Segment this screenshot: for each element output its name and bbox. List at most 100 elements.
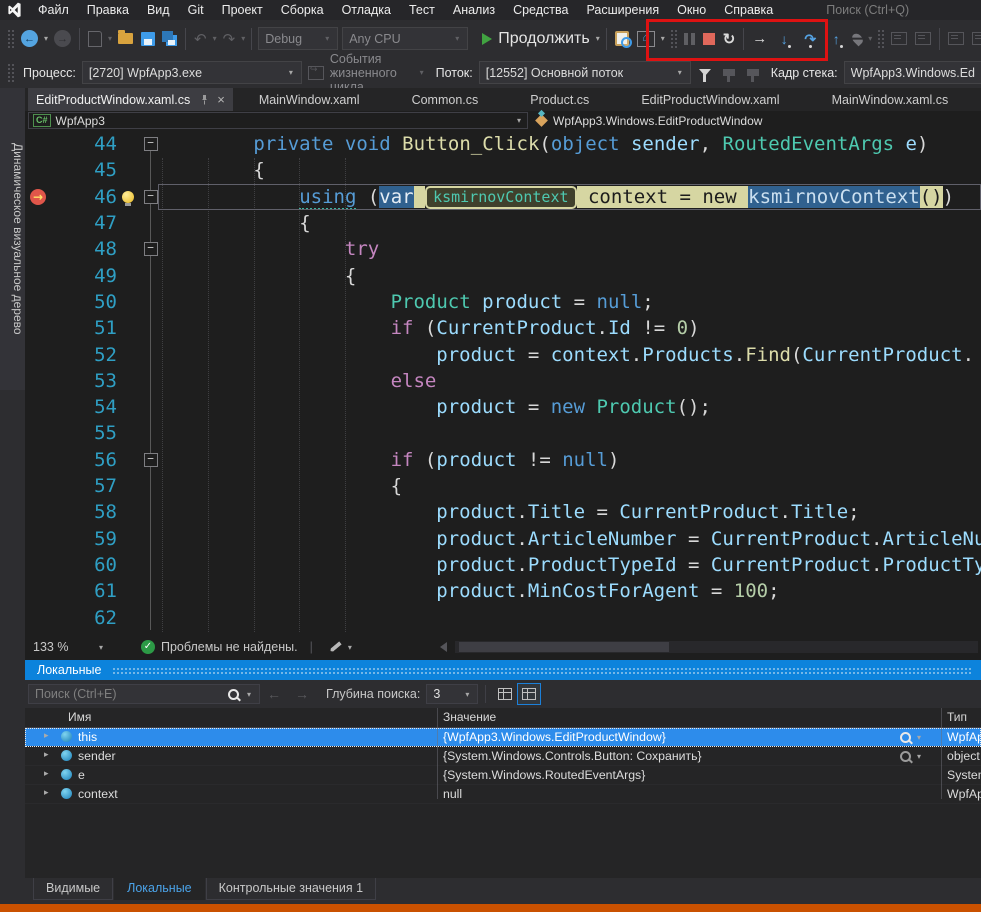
menu-item-9[interactable]: Средства: [504, 0, 577, 20]
indent-increase-button[interactable]: [969, 27, 981, 51]
tool-tab-1[interactable]: Локальные: [114, 878, 205, 900]
drag-handle[interactable]: [112, 666, 972, 675]
menu-item-6[interactable]: Отладка: [333, 0, 400, 20]
filter-clear-icon[interactable]: [747, 69, 759, 76]
fold-marker[interactable]: −: [144, 137, 158, 151]
document-tab-6[interactable]: ksmirn: [974, 88, 981, 111]
menu-item-1[interactable]: Правка: [78, 0, 138, 20]
open-file-button[interactable]: [115, 27, 136, 51]
code-line-46[interactable]: →46−using (var ksmirnovContext context =…: [25, 184, 981, 210]
code-line-44[interactable]: 44−private void Button_Click(object send…: [25, 131, 981, 157]
chevron-down-icon[interactable]: ▾: [239, 34, 247, 43]
chevron-down-icon[interactable]: ▾: [659, 34, 667, 43]
flag-column-button[interactable]: [493, 683, 517, 705]
expander-icon[interactable]: ▸: [44, 768, 49, 779]
code-line-55[interactable]: 55: [25, 420, 981, 446]
solution-platform-combo[interactable]: Any CPU▾: [342, 27, 468, 50]
menu-item-3[interactable]: Git: [179, 0, 213, 20]
fold-marker[interactable]: −: [144, 453, 158, 467]
magnifier-icon[interactable]: [900, 751, 911, 762]
pause-button[interactable]: [681, 27, 698, 51]
horizontal-scrollbar[interactable]: [455, 641, 978, 653]
code-cleanup-icon[interactable]: [329, 641, 342, 652]
breakpoint-window-button[interactable]: [888, 27, 910, 51]
zoom-control[interactable]: 133 % ▾: [25, 640, 113, 654]
tool-tab-2[interactable]: Контрольные значения 1: [206, 878, 376, 900]
step-out-button[interactable]: ↑: [824, 27, 848, 51]
step-into-button[interactable]: ↓: [772, 27, 796, 51]
fold-marker[interactable]: −: [144, 190, 158, 204]
scroll-left-icon[interactable]: [440, 642, 447, 652]
redo-button[interactable]: ↷: [220, 27, 239, 51]
lifecycle-events-button[interactable]: [305, 61, 327, 85]
value-visualizer[interactable]: ▾: [900, 747, 923, 765]
find-in-files-button[interactable]: [612, 27, 632, 51]
chevron-down-icon[interactable]: ▾: [211, 34, 219, 43]
menu-item-12[interactable]: Справка: [715, 0, 782, 20]
document-tab-3[interactable]: Product.cs: [504, 88, 615, 111]
code-line-51[interactable]: 51if (CurrentProduct.Id != 0): [25, 315, 981, 341]
chevron-down-icon[interactable]: ▾: [915, 733, 923, 742]
expander-icon[interactable]: ▸: [44, 730, 49, 741]
code-line-50[interactable]: 50Product product = null;: [25, 289, 981, 315]
code-line-52[interactable]: 52product = context.Products.Find(Curren…: [25, 342, 981, 368]
show-next-statement-button[interactable]: →: [749, 27, 770, 51]
expander-icon[interactable]: ▸: [44, 749, 49, 760]
code-line-57[interactable]: 57{: [25, 473, 981, 499]
quick-search[interactable]: Поиск (Ctrl+Q): [826, 3, 909, 17]
search-back-icon[interactable]: ←: [260, 686, 288, 702]
locals-search-input[interactable]: Поиск (Ctrl+E) ▾: [28, 684, 260, 704]
document-tab-2[interactable]: Common.cs: [386, 88, 505, 111]
code-editor[interactable]: 44−private void Button_Click(object send…: [25, 131, 981, 634]
value-visualizer[interactable]: ▾: [900, 728, 923, 746]
toolbar-grip[interactable]: [7, 29, 14, 49]
solution-configuration-combo[interactable]: Debug▾: [258, 27, 338, 50]
toolbar-grip[interactable]: [7, 63, 14, 83]
code-line-53[interactable]: 53else: [25, 368, 981, 394]
tool-tab-0[interactable]: Видимые: [33, 878, 113, 900]
show-columns-button[interactable]: [517, 683, 541, 705]
close-icon[interactable]: ×: [217, 92, 225, 107]
code-line-54[interactable]: 54product = new Product();: [25, 394, 981, 420]
code-line-47[interactable]: 47{: [25, 210, 981, 236]
lightbulb-icon[interactable]: [122, 191, 134, 203]
code-line-61[interactable]: 61product.MinCostForAgent = 100;: [25, 578, 981, 604]
code-line-58[interactable]: 58product.Title = CurrentProduct.Title;: [25, 499, 981, 525]
menu-item-4[interactable]: Проект: [213, 0, 272, 20]
code-line-59[interactable]: 59product.ArticleNumber = CurrentProduct…: [25, 526, 981, 552]
document-tab-4[interactable]: EditProductWindow.xaml: [615, 88, 805, 111]
code-line-62[interactable]: 62: [25, 605, 981, 631]
toolbar-grip[interactable]: [877, 29, 884, 49]
expander-icon[interactable]: ▸: [44, 787, 49, 798]
undo-button[interactable]: ↶: [191, 27, 210, 51]
save-button[interactable]: [138, 27, 158, 51]
step-over-button[interactable]: ↷: [798, 27, 822, 51]
document-tab-1[interactable]: MainWindow.xaml: [233, 88, 386, 111]
chevron-down-icon[interactable]: ▾: [594, 34, 602, 43]
code-line-49[interactable]: 49{: [25, 263, 981, 289]
project-dropdown[interactable]: C# WpfApp3 ▾: [28, 112, 528, 129]
column-splitter[interactable]: [437, 708, 438, 799]
breakpoint-current-statement-icon[interactable]: →: [25, 189, 51, 205]
search-icon[interactable]: [228, 689, 239, 700]
document-tab-5[interactable]: MainWindow.xaml.cs: [806, 88, 975, 111]
column-header-value[interactable]: Значение: [443, 710, 496, 724]
menu-item-7[interactable]: Тест: [400, 0, 444, 20]
chevron-down-icon[interactable]: ▾: [418, 68, 426, 77]
code-line-48[interactable]: 48−try: [25, 236, 981, 262]
stack-frame-combo[interactable]: WpfApp3.Windows.Ed: [844, 61, 981, 84]
search-depth-combo[interactable]: 3 ▾: [426, 684, 478, 704]
chevron-down-icon[interactable]: ▾: [42, 34, 50, 43]
hot-reload-button[interactable]: [850, 27, 865, 51]
document-tab-0[interactable]: EditProductWindow.xaml.cs×: [28, 88, 233, 111]
indent-decrease-button[interactable]: [945, 27, 967, 51]
column-header-name[interactable]: Имя: [68, 710, 91, 724]
type-dropdown[interactable]: WpfApp3.Windows.EditProductWindow: [535, 112, 981, 129]
toolbar-grip[interactable]: [670, 29, 677, 49]
sidebar-tab-live-visual-tree[interactable]: Динамическое визуальное дерево: [0, 88, 25, 390]
menu-item-2[interactable]: Вид: [138, 0, 179, 20]
locals-row-context[interactable]: ▸contextnullWpfApp: [25, 785, 981, 804]
menu-item-11[interactable]: Окно: [668, 0, 715, 20]
locals-title-bar[interactable]: Локальные: [25, 660, 981, 680]
restart-button[interactable]: ↻: [720, 27, 739, 51]
